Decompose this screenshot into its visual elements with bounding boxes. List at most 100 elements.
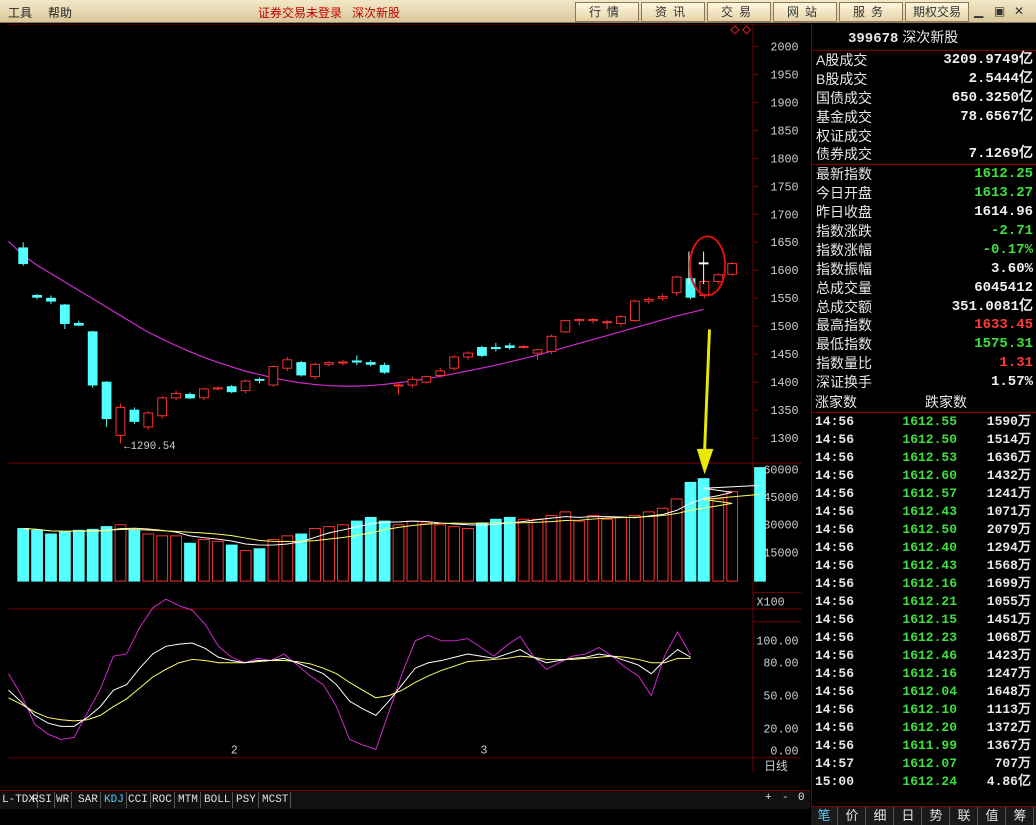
indicator-tab-roc[interactable]: ROC bbox=[150, 792, 175, 808]
minimize-icon[interactable]: ▁ bbox=[974, 4, 983, 18]
volume-bar bbox=[17, 527, 30, 582]
price-tick-label: 1550 bbox=[770, 292, 798, 306]
tick-row: 14:56 1612.43 1071万 bbox=[812, 503, 1036, 521]
panel-tab[interactable]: 笔 bbox=[811, 807, 838, 825]
indicator-tab-wr[interactable]: WR bbox=[54, 792, 73, 808]
volume-bar bbox=[406, 520, 419, 582]
trade-button[interactable]: 交易 bbox=[707, 2, 771, 22]
price-tick-label: 1850 bbox=[770, 124, 798, 138]
tick-price: 1612.10 bbox=[902, 702, 957, 718]
menu-help[interactable]: 帮助 bbox=[48, 4, 72, 21]
volume-bar bbox=[573, 520, 586, 582]
tick-row: 14:57 1612.07 707万 bbox=[812, 755, 1036, 773]
stat-value: 3.60% bbox=[990, 260, 1033, 277]
tick-volume: 1372万 bbox=[986, 720, 1031, 736]
tick-volume: 1068万 bbox=[986, 630, 1031, 646]
rise-fall-header: 涨家数 跌家数 bbox=[812, 392, 1036, 414]
tick-volume: 1451万 bbox=[986, 612, 1031, 628]
volume-bar bbox=[59, 531, 71, 582]
indicator-tab-mtm[interactable]: MTM bbox=[176, 792, 201, 808]
tick-row: 14:56 1612.15 1451万 bbox=[812, 611, 1036, 629]
menu-tools[interactable]: 工具 bbox=[8, 4, 32, 21]
candle-body bbox=[504, 345, 515, 348]
tick-row: 14:56 1612.40 1294万 bbox=[812, 539, 1036, 557]
tick-volume: 1514万 bbox=[986, 432, 1031, 448]
candle-body bbox=[157, 397, 168, 417]
stat-row: 总成交额 351.0081亿 bbox=[812, 298, 1036, 317]
tick-price: 1612.55 bbox=[902, 414, 957, 430]
options-trade-button[interactable]: 期权交易 bbox=[905, 2, 969, 22]
candle-body bbox=[143, 412, 154, 428]
indicator-tab-sar[interactable]: SAR bbox=[76, 792, 101, 808]
turnover-row: A股成交 3209.9749亿 bbox=[812, 51, 1036, 70]
tick-row: 14:56 1612.21 1055万 bbox=[812, 593, 1036, 611]
website-button[interactable]: 网站 bbox=[773, 2, 837, 22]
zoom-reset-button[interactable]: 0 bbox=[798, 792, 805, 804]
turnover-row: 国债成交 650.3250亿 bbox=[812, 89, 1036, 108]
price-tick-label: 1650 bbox=[770, 236, 798, 250]
tick-row: 14:56 1612.55 1590万 bbox=[812, 413, 1036, 431]
volume-bar bbox=[545, 515, 558, 582]
quotes-button[interactable]: 行情 bbox=[575, 2, 639, 22]
candle-body bbox=[240, 380, 251, 392]
stat-value: 1633.45 bbox=[974, 317, 1033, 334]
panel-tab[interactable]: 势 bbox=[923, 807, 950, 825]
indicator-tab-cci[interactable]: CCI bbox=[126, 792, 151, 808]
period-label[interactable]: 日线 bbox=[764, 759, 788, 772]
zoom-controls: + - 0 bbox=[762, 792, 810, 806]
tick-time: 14:56 bbox=[815, 630, 855, 646]
zoom-in-button[interactable]: + bbox=[765, 792, 772, 804]
panel-tab[interactable]: 价 bbox=[839, 807, 866, 825]
candle-body bbox=[310, 363, 321, 378]
tick-time: 14:57 bbox=[815, 756, 855, 772]
diamond-icon[interactable] bbox=[730, 25, 752, 35]
indicator-tab-mcst[interactable]: MCST bbox=[260, 792, 292, 808]
close-icon[interactable]: ✕ bbox=[1014, 4, 1024, 18]
volume-bar bbox=[656, 507, 669, 582]
volume-tick-label: 15000 bbox=[763, 546, 798, 560]
volume-bar bbox=[517, 518, 530, 582]
stat-row: 指数量比 1.31 bbox=[812, 354, 1036, 373]
tick-price: 1612.16 bbox=[902, 576, 957, 592]
low-marker-label: ←1290.54 bbox=[124, 441, 176, 453]
restore-icon[interactable]: ▣ bbox=[994, 4, 1005, 18]
panel-tab[interactable]: 联 bbox=[951, 807, 978, 825]
indicator-tab-kdj[interactable]: KDJ bbox=[102, 792, 127, 808]
price-tick-label: 1800 bbox=[770, 152, 798, 166]
tick-volume: 1648万 bbox=[986, 684, 1031, 700]
kline-chart[interactable]: 2000 1950 1900 1850 1800 1750 1700 1650 1600 1550… bbox=[0, 24, 810, 772]
ma-path bbox=[8, 240, 704, 387]
panel-tab[interactable]: 值 bbox=[979, 807, 1006, 825]
stat-label: 指数涨幅 bbox=[816, 241, 872, 258]
news-button[interactable]: 资讯 bbox=[641, 2, 705, 22]
candle-body bbox=[477, 347, 487, 356]
tick-time: 14:56 bbox=[815, 450, 855, 466]
date-label-2: 2 bbox=[231, 743, 238, 757]
panel-tab[interactable]: 筹 bbox=[1007, 807, 1034, 825]
indicator-tab-psy[interactable]: PSY bbox=[234, 792, 259, 808]
stat-label: 总成交额 bbox=[816, 298, 872, 315]
volume-bar bbox=[142, 533, 155, 582]
stat-row: 今日开盘 1613.27 bbox=[812, 184, 1036, 203]
panel-tab[interactable]: 细 bbox=[867, 807, 894, 825]
tick-row: 14:56 1612.04 1648万 bbox=[812, 683, 1036, 701]
stat-label: 今日开盘 bbox=[816, 185, 872, 202]
stat-label: 总成交量 bbox=[816, 279, 872, 296]
tick-list[interactable]: 14:56 1612.55 1590万 14:56 1612.50 1514万 14:56 1… bbox=[812, 413, 1036, 791]
tick-row: 14:56 1612.50 2079万 bbox=[812, 521, 1036, 539]
service-button[interactable]: 服务 bbox=[839, 2, 903, 22]
panel-tab[interactable]: 日 bbox=[895, 807, 922, 825]
zoom-out-button[interactable]: - bbox=[782, 792, 789, 804]
login-status: 证券交易未登录 bbox=[258, 6, 343, 20]
volume-bar bbox=[45, 533, 57, 582]
tick-volume: 1423万 bbox=[986, 648, 1031, 664]
volume-bars bbox=[17, 467, 766, 582]
volume-bar bbox=[712, 498, 725, 582]
candle-body bbox=[365, 362, 376, 365]
tick-volume: 1113万 bbox=[986, 702, 1031, 718]
indicator-tab-rsi[interactable]: RSI bbox=[30, 792, 55, 808]
stat-label: 最高指数 bbox=[816, 317, 872, 334]
indicator-tab-boll[interactable]: BOLL bbox=[202, 792, 234, 808]
stat-value: 1613.27 bbox=[974, 185, 1033, 202]
volume-bar bbox=[86, 528, 99, 582]
